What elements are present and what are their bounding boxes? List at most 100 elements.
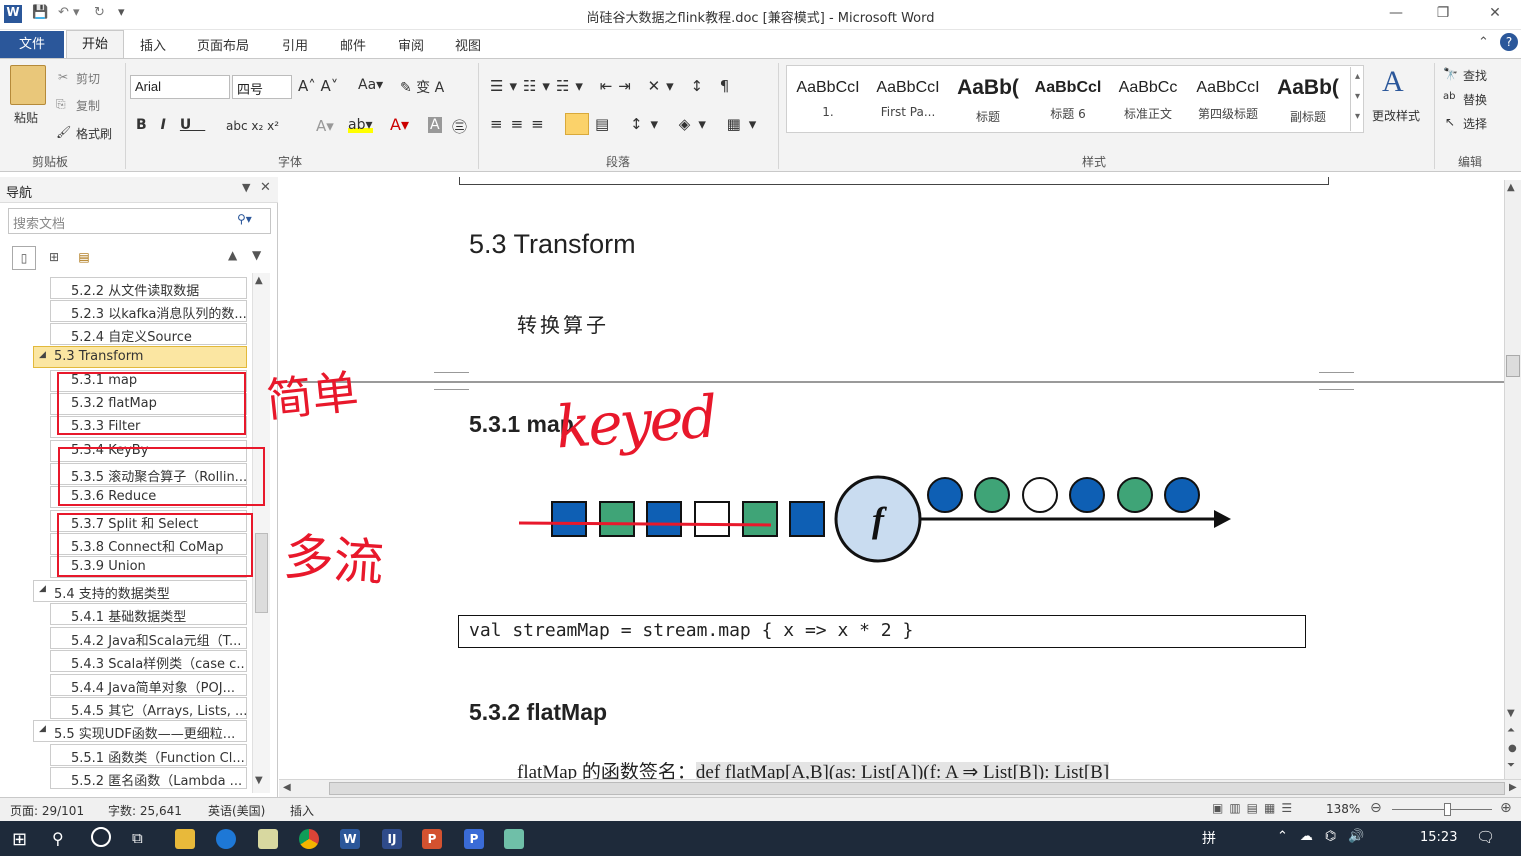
horizontal-scrollbar[interactable]: ◀ ▶ xyxy=(279,779,1521,797)
powerpoint-icon[interactable]: P xyxy=(422,829,442,849)
copy-button[interactable]: 复制 xyxy=(76,97,100,114)
app-icon[interactable] xyxy=(504,829,524,849)
font-size-select[interactable]: 四号 xyxy=(232,75,292,99)
scroll-right-icon[interactable]: ▶ xyxy=(1509,782,1517,793)
scroll-down-icon[interactable]: ▼ xyxy=(1507,708,1515,719)
nav-scrollbar[interactable]: ▲ ▼ xyxy=(252,273,270,793)
pages-view-tab[interactable]: ⊞ xyxy=(42,246,66,270)
tab-review[interactable]: 审阅 xyxy=(398,35,424,54)
cut-icon[interactable]: ✂ xyxy=(58,70,68,84)
grow-font-icon[interactable]: A˄ A˅ xyxy=(298,77,338,95)
start-icon[interactable]: ⊞ xyxy=(12,829,27,850)
tab-home[interactable]: 开始 xyxy=(66,30,124,58)
highlight-icon[interactable]: ab▾ xyxy=(348,117,373,133)
copy-icon[interactable]: ⎘ xyxy=(56,97,66,112)
ime-indicator[interactable]: 拼 xyxy=(1202,828,1216,848)
nav-heading-item[interactable]: ◢ 5.4 支持的数据类型 xyxy=(33,580,247,602)
zoom-in-icon[interactable]: ⊕ xyxy=(1500,800,1512,816)
tray-icons[interactable]: ⌃☁⌬🔊 xyxy=(1277,829,1376,844)
headings-view-tab[interactable]: ▯ xyxy=(12,246,36,270)
bold-italic-underline-icons[interactable]: BIU xyxy=(136,117,205,133)
nav-prev-icon[interactable]: ▲ xyxy=(228,248,237,262)
style-scroll-icons[interactable]: ▴ ▾ ▾ xyxy=(1350,67,1364,131)
align-icons[interactable]: ≡≡≡ xyxy=(490,115,552,133)
restore-button[interactable]: ❐ xyxy=(1428,5,1458,25)
list-icons[interactable]: ☰▾☷▾☵▾ ⇤⇥ ✕▾ ↕ ¶ xyxy=(490,77,735,95)
find-icon[interactable]: 🔭 xyxy=(1443,67,1458,81)
scroll-left-icon[interactable]: ◀ xyxy=(283,782,291,793)
nav-heading-item[interactable]: 5.2.2 从文件读取数据 xyxy=(50,277,247,299)
text-effects-icon[interactable]: A▾ xyxy=(316,117,334,135)
replace-icon[interactable]: ab xyxy=(1443,91,1455,102)
insert-mode[interactable]: 插入 xyxy=(290,802,314,819)
nav-heading-item[interactable]: 5.5.1 函数类（Function Cl... xyxy=(50,744,247,766)
style-item[interactable]: AaBbCcI 1. xyxy=(788,67,868,129)
tab-file[interactable]: 文件 xyxy=(0,31,64,58)
nav-heading-item[interactable]: 5.2.3 以kafka消息队列的数... xyxy=(50,300,247,322)
clear-format-icon[interactable]: ✎ 变 A xyxy=(400,77,444,97)
intellij-icon[interactable]: IJ xyxy=(382,829,402,849)
change-styles-button[interactable]: 更改样式 xyxy=(1372,107,1420,124)
tab-references[interactable]: 引用 xyxy=(282,35,308,54)
zoom-slider-thumb[interactable] xyxy=(1444,803,1451,816)
presenter-icon[interactable]: P xyxy=(464,829,484,849)
font-name-select[interactable]: Arial xyxy=(130,75,230,99)
char-shading-icon[interactable]: A xyxy=(428,117,442,133)
scroll-thumb[interactable] xyxy=(329,782,1505,795)
style-item[interactable]: AaBbCcI 第四级标题 xyxy=(1188,67,1268,129)
strikethrough-sub-sup-icons[interactable]: abc x₂ x² xyxy=(226,119,279,133)
nav-heading-item[interactable]: 5.2.4 自定义Source xyxy=(50,323,247,345)
nav-heading-item[interactable]: 5.5.2 匿名函数（Lambda ... xyxy=(50,767,247,789)
clock[interactable]: 15:23 xyxy=(1420,830,1457,845)
select-icon[interactable]: ↖ xyxy=(1445,115,1455,129)
format-painter-icon[interactable]: 🖌 xyxy=(56,125,71,139)
notepad-icon[interactable] xyxy=(258,829,278,849)
nav-heading-item[interactable]: ◢ 5.5 实现UDF函数——更细粒... xyxy=(33,720,247,742)
zoom-slider[interactable] xyxy=(1392,809,1492,810)
find-button[interactable]: 查找 xyxy=(1463,67,1487,84)
browse-object-icon[interactable]: ● xyxy=(1508,743,1517,754)
enclose-char-icon[interactable]: ㊂ xyxy=(452,116,467,137)
nav-heading-item[interactable]: 5.4.3 Scala样例类（case c... xyxy=(50,650,247,672)
font-color-icon[interactable]: A▾ xyxy=(390,115,409,134)
scroll-down-icon[interactable]: ▼ xyxy=(255,775,263,786)
tab-insert[interactable]: 插入 xyxy=(140,35,166,54)
search-icon[interactable]: ⚲ xyxy=(52,829,64,848)
select-button[interactable]: 选择 xyxy=(1463,115,1487,132)
nav-next-icon[interactable]: ▼ xyxy=(252,248,261,262)
scroll-thumb[interactable] xyxy=(1506,355,1520,377)
language[interactable]: 英语(美国) xyxy=(208,802,265,819)
close-button[interactable]: ✕ xyxy=(1480,5,1510,25)
cortana-icon[interactable] xyxy=(91,827,111,847)
style-item[interactable]: AaBbCcl 标题 6 xyxy=(1028,67,1108,129)
paste-icon[interactable] xyxy=(10,65,46,105)
scroll-up-icon[interactable]: ▲ xyxy=(1507,182,1515,193)
spacing-shading-border-icons[interactable]: ▤ ↕▾ ◈▾ ▦▾ xyxy=(595,115,764,133)
notifications-icon[interactable]: 🗨 xyxy=(1476,828,1495,846)
tab-view[interactable]: 视图 xyxy=(455,35,481,54)
change-styles-icon[interactable]: A xyxy=(1382,65,1404,99)
next-page-icon[interactable]: ⏷ xyxy=(1507,760,1515,771)
results-view-tab[interactable]: ▤ xyxy=(72,246,96,270)
nav-heading-item[interactable]: 5.4.5 其它（Arrays, Lists, ... xyxy=(50,697,247,719)
nav-heading-item[interactable]: 5.4.1 基础数据类型 xyxy=(50,603,247,625)
paste-button[interactable]: 粘贴 xyxy=(14,109,38,126)
tab-mailings[interactable]: 邮件 xyxy=(340,35,366,54)
zoom-level[interactable]: 138% xyxy=(1326,802,1360,816)
replace-button[interactable]: 替换 xyxy=(1463,91,1487,108)
prev-page-icon[interactable]: ⏶ xyxy=(1507,725,1515,736)
minimize-button[interactable]: — xyxy=(1381,5,1411,25)
style-item[interactable]: AaBb(副标题 xyxy=(1268,67,1348,129)
nav-heading-item[interactable]: 5.4.2 Java和Scala元组（T... xyxy=(50,627,247,649)
file-explorer-icon[interactable] xyxy=(175,829,195,849)
cut-button[interactable]: 剪切 xyxy=(76,70,100,87)
format-painter-button[interactable]: 格式刷 xyxy=(76,125,112,142)
vertical-scrollbar[interactable]: ▲ ▼ ⏶ ● ⏷ xyxy=(1504,180,1521,780)
justify-button[interactable] xyxy=(565,113,589,135)
word-taskbar-icon[interactable]: W xyxy=(340,829,360,849)
tab-page-layout[interactable]: 页面布局 xyxy=(197,35,249,54)
minimize-ribbon-icon[interactable]: ⌃ xyxy=(1478,35,1489,50)
edge-icon[interactable] xyxy=(216,829,236,849)
chrome-icon[interactable] xyxy=(299,829,319,849)
scroll-thumb[interactable] xyxy=(255,533,268,613)
